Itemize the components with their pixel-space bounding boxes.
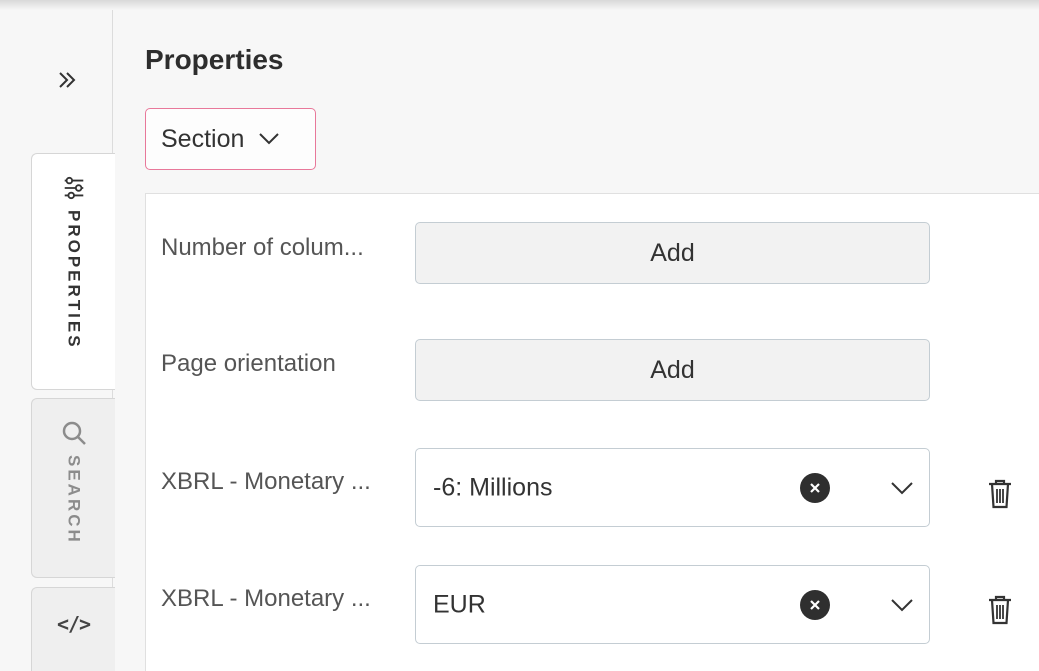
select-value: EUR <box>433 590 486 618</box>
xbrl-currency-select[interactable]: EUR <box>415 565 930 644</box>
tab-search-label: SEARCH <box>64 455 84 545</box>
row-label-xbrl-monetary-scale: XBRL - Monetary ... <box>161 468 371 495</box>
row-label-page-orientation: Page orientation <box>161 350 336 377</box>
expand-panel-button[interactable] <box>30 52 106 108</box>
select-value: -6: Millions <box>433 473 553 501</box>
page-title: Properties <box>145 44 284 75</box>
tab-properties[interactable]: PROPERTIES <box>31 153 115 390</box>
xbrl-scale-select[interactable]: -6: Millions <box>415 448 930 527</box>
section-dropdown[interactable]: Section <box>145 108 316 170</box>
clear-icon[interactable] <box>800 472 830 503</box>
row-label-number-of-columns: Number of colum... <box>161 234 364 261</box>
row-label-xbrl-monetary-unit: XBRL - Monetary ... <box>161 585 371 612</box>
search-icon <box>60 419 88 447</box>
section-dropdown-value: Section <box>161 124 245 153</box>
add-button-label: Add <box>650 355 695 384</box>
delete-icon[interactable] <box>986 478 1014 510</box>
add-number-of-columns-button[interactable]: Add <box>415 222 930 284</box>
sliders-icon <box>60 174 88 202</box>
chevron-down-icon[interactable] <box>890 597 914 613</box>
chevron-down-icon <box>259 133 280 145</box>
chevron-down-icon[interactable] <box>890 480 914 496</box>
code-icon: </> <box>56 612 91 636</box>
add-page-orientation-button[interactable]: Add <box>415 339 930 401</box>
double-chevron-right-icon <box>59 72 76 88</box>
delete-icon[interactable] <box>986 594 1014 626</box>
tab-code[interactable]: </> <box>31 587 115 671</box>
clear-icon[interactable] <box>800 589 830 620</box>
tab-properties-label: PROPERTIES <box>64 210 84 350</box>
add-button-label: Add <box>650 238 695 267</box>
top-shadow <box>0 0 1039 10</box>
tab-search[interactable]: SEARCH <box>31 398 115 578</box>
